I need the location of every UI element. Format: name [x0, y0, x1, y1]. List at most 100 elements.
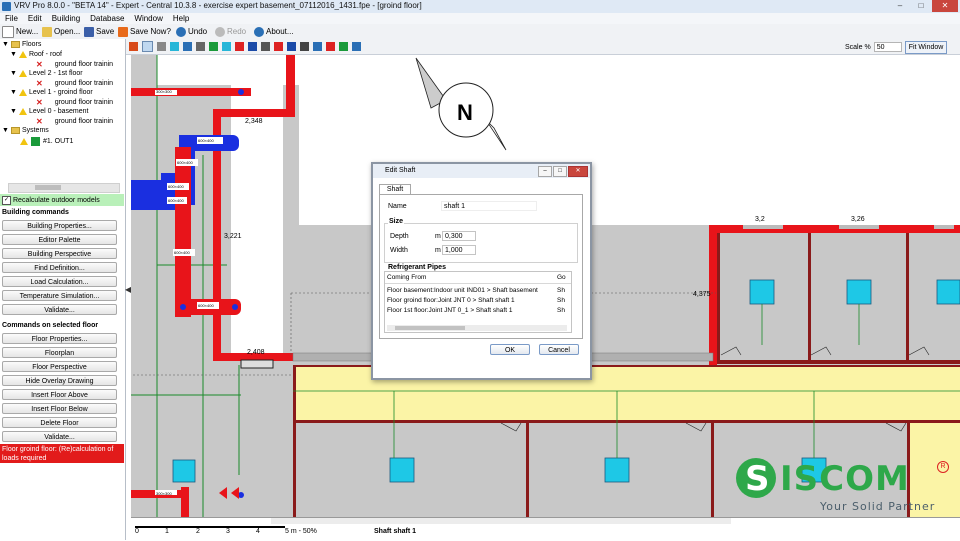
error-x-icon: ✕ [36, 98, 43, 107]
grid-tool-icon[interactable] [339, 42, 348, 51]
tree-scrollbar[interactable] [8, 183, 120, 193]
minimize-button[interactable]: – [890, 0, 910, 12]
delete-floor-button[interactable]: Delete Floor [2, 417, 117, 428]
tree-out1[interactable]: #1. OUT1 [20, 137, 73, 146]
door-tool-icon[interactable] [157, 42, 166, 51]
dimension-label: 3,2 [755, 216, 765, 223]
select-tool-icon[interactable] [313, 42, 322, 51]
refrigerant-pipes-list[interactable]: Coming From Go Floor basement:Indoor uni… [384, 271, 572, 333]
pipe-row-from[interactable]: Floor 1st floor:Joint JNT 0_1 > Shaft sh… [387, 307, 512, 314]
menu-window[interactable]: Window [129, 13, 167, 24]
canvas-hscrollbar[interactable] [271, 518, 731, 524]
save-button[interactable]: Save [84, 25, 114, 38]
tree-roof[interactable]: ▼ Roof - roof [10, 51, 62, 58]
fan-tool-icon[interactable] [274, 42, 283, 51]
recalc-outdoor-checkbox[interactable]: ✓ Recalculate outdoor models [0, 194, 124, 206]
scale-select[interactable]: 50 [873, 42, 902, 52]
save-now-icon [118, 26, 128, 37]
tree-level1-child[interactable]: ✕ ground floor trainin [36, 98, 113, 107]
building-perspective-button[interactable]: Building Perspective [2, 248, 117, 259]
dimension-label: 2,408 [247, 349, 265, 356]
wall-tool-icon[interactable] [129, 42, 138, 51]
menu-building[interactable]: Building [47, 13, 85, 24]
validate-floor-button[interactable]: Validate... [2, 431, 117, 442]
shaft-tool-icon[interactable] [196, 42, 205, 51]
about-button[interactable]: About... [254, 25, 294, 38]
floor-commands-heading: Commands on selected floor [2, 322, 99, 329]
tree-level2-child[interactable]: ✕ ground floor trainin [36, 79, 113, 88]
outdoor-unit-icon[interactable] [248, 42, 257, 51]
menu-help[interactable]: Help [168, 13, 194, 24]
find-definition-button[interactable]: Find Definition... [2, 262, 117, 273]
pipe-tool-icon[interactable] [209, 42, 218, 51]
size-group: Size [384, 218, 578, 263]
tree-level1[interactable]: ▼ Level 1 - groind floor [10, 89, 93, 96]
tree-systems[interactable]: ▼ Systems [2, 127, 49, 134]
undo-button[interactable]: Undo [176, 25, 207, 38]
warning-icon [18, 108, 27, 115]
menu-bar: File Edit Building Database Window Help [0, 13, 960, 24]
open-button[interactable]: Open... [42, 25, 80, 38]
connect-tool-icon[interactable] [287, 42, 296, 51]
load-calculation-button[interactable]: Load Calculation... [2, 276, 117, 287]
save-now-button[interactable]: Save Now? [118, 25, 171, 38]
joint-tool-icon[interactable] [235, 42, 244, 51]
left-panel: ▼ Floors ▼ Roof - roof ✕ ground floor train… [0, 39, 126, 540]
error-x-icon: ✕ [36, 79, 43, 88]
menu-database[interactable]: Database [85, 13, 129, 24]
floor-properties-button[interactable]: Floor Properties... [2, 333, 117, 344]
temperature-simulation-button[interactable]: Temperature Simulation... [2, 290, 117, 301]
warning-icon [20, 138, 28, 145]
pipes-hscrollbar[interactable] [387, 325, 567, 331]
col-coming-from: Coming From [387, 274, 427, 281]
scale-ruler: 0 1 2 3 4 5 m - 50% Shaft shaft 1 [131, 517, 960, 541]
tree-level0[interactable]: ▼ Level 0 - basement [10, 108, 88, 115]
ruler-tick: 2 [196, 528, 200, 535]
new-button[interactable]: New... [2, 25, 38, 38]
building-properties-button[interactable]: Building Properties... [2, 220, 117, 231]
hide-overlay-button[interactable]: Hide Overlay Drawing [2, 375, 117, 386]
tree-roof-child[interactable]: ✕ ground floor trainin [36, 60, 113, 69]
pipe-row-from[interactable]: Floor groind floor:Joint JNT 0 > Shaft s… [387, 297, 515, 304]
room-tool-icon[interactable] [142, 41, 153, 52]
refrigerant-pipes-label: Refrigerant Pipes [388, 264, 446, 271]
zoom-tool-icon[interactable] [352, 42, 361, 51]
tree-level2[interactable]: ▼ Level 2 - 1st floor [10, 70, 83, 77]
menu-file[interactable]: File [0, 13, 23, 24]
pipe-row-go: Sh [557, 287, 565, 294]
duct-tool-icon[interactable] [183, 42, 192, 51]
warning-icon [18, 70, 27, 77]
error-status: Floor groind floor: (Re)calculation of l… [0, 444, 124, 463]
unit-tool-icon[interactable] [170, 42, 179, 51]
dialog-maximize-button[interactable]: □ [553, 166, 567, 177]
insert-floor-below-button[interactable]: Insert Floor Below [2, 403, 117, 414]
maximize-button[interactable]: □ [911, 0, 931, 12]
insert-floor-above-button[interactable]: Insert Floor Above [2, 389, 117, 400]
name-field[interactable]: shaft 1 [441, 201, 537, 211]
duct-size-label: 600×400 [168, 198, 184, 203]
redo-button[interactable]: Redo [215, 25, 246, 38]
fit-window-button[interactable]: Fit Window [904, 40, 948, 54]
pipe-row-from[interactable]: Floor basement:Indoor unit IND01 > Shaft… [387, 287, 538, 294]
dialog-close-button[interactable]: ✕ [568, 166, 588, 177]
ok-button[interactable]: OK [490, 344, 530, 355]
col-go: Go [557, 274, 566, 281]
floorplan-button[interactable]: Floorplan [2, 347, 117, 358]
tree-floors[interactable]: ▼ Floors [2, 41, 41, 48]
cancel-button[interactable]: Cancel [539, 344, 579, 355]
scale-control: Scale % 50 Fit Window [845, 40, 948, 54]
tree-level0-child[interactable]: ✕ ground floor trainin [36, 117, 113, 126]
indoor-unit-icon[interactable] [222, 42, 231, 51]
text-tool-icon[interactable] [300, 42, 309, 51]
floor-perspective-button[interactable]: Floor Perspective [2, 361, 117, 372]
depth-field[interactable]: 0,300 [442, 231, 476, 241]
close-button[interactable]: ✕ [932, 0, 958, 12]
delete-tool-icon[interactable] [326, 42, 335, 51]
dialog-minimize-button[interactable]: – [538, 166, 552, 177]
pipe-row-go: Sh [557, 307, 565, 314]
validate-building-button[interactable]: Validate... [2, 304, 117, 315]
menu-edit[interactable]: Edit [23, 13, 47, 24]
width-field[interactable]: 1,000 [442, 245, 476, 255]
editor-palette-button[interactable]: Editor Palette [2, 234, 117, 245]
measure-tool-icon[interactable] [261, 42, 270, 51]
